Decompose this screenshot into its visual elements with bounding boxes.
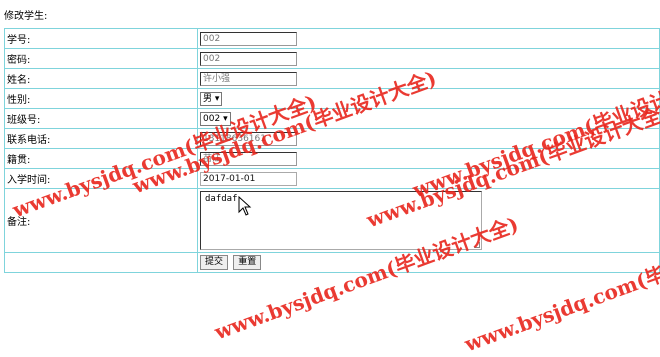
- row-password: 密码: 002: [4, 48, 660, 69]
- row-class-no: 班级号: 002 ▾: [4, 108, 660, 129]
- enroll-date-label: 入学时间:: [4, 168, 198, 189]
- remark-text: dafdaf: [205, 194, 238, 204]
- name-input[interactable]: 许小强: [200, 71, 297, 86]
- student-id-input[interactable]: 002: [200, 31, 297, 46]
- remark-label: 备注:: [4, 188, 198, 253]
- row-enroll-date: 入学时间: 2017-01-01: [4, 168, 660, 189]
- reset-button[interactable]: 重置: [233, 255, 262, 270]
- phone-label: 联系电话:: [4, 128, 198, 149]
- actions-label-cell: [4, 252, 198, 273]
- class-no-selected-value: 002: [203, 113, 221, 124]
- name-label: 姓名:: [4, 68, 198, 89]
- origin-input[interactable]: 苗江: [200, 151, 297, 166]
- gender-label: 性别:: [4, 88, 198, 109]
- row-gender: 性别: 男 ▾: [4, 88, 660, 109]
- class-no-label: 班级号:: [4, 108, 198, 129]
- row-student-id: 学号: 002: [4, 28, 660, 49]
- submit-button[interactable]: 提交: [200, 255, 229, 270]
- origin-label: 籍贯:: [4, 148, 198, 169]
- password-input[interactable]: 002: [200, 51, 297, 66]
- row-remark: 备注: dafdaf: [4, 188, 660, 253]
- class-no-select[interactable]: 002 ▾: [200, 111, 231, 126]
- gender-select[interactable]: 男 ▾: [200, 91, 223, 106]
- enroll-date-input[interactable]: 2017-01-01: [200, 171, 297, 186]
- phone-input[interactable]: 13118636161: [200, 131, 297, 146]
- row-actions: 提交 重置: [4, 252, 660, 273]
- row-phone: 联系电话: 13118636161: [4, 128, 660, 149]
- dropdown-arrow-icon: ▾: [214, 93, 220, 104]
- mouse-cursor-icon: [238, 196, 252, 216]
- gender-selected-value: 男: [203, 93, 213, 104]
- password-label: 密码:: [4, 48, 198, 69]
- row-name: 姓名: 许小强: [4, 68, 660, 89]
- student-edit-form: 学号: 002 密码: 002 姓名: 许小强 性别: 男 ▾ 班级号: 002…: [4, 28, 660, 273]
- student-id-label: 学号:: [4, 28, 198, 49]
- row-origin: 籍贯: 苗江: [4, 148, 660, 169]
- resize-grip-icon[interactable]: [474, 242, 480, 248]
- page-title: 修改学生:: [4, 11, 48, 22]
- dropdown-arrow-icon: ▾: [223, 113, 228, 124]
